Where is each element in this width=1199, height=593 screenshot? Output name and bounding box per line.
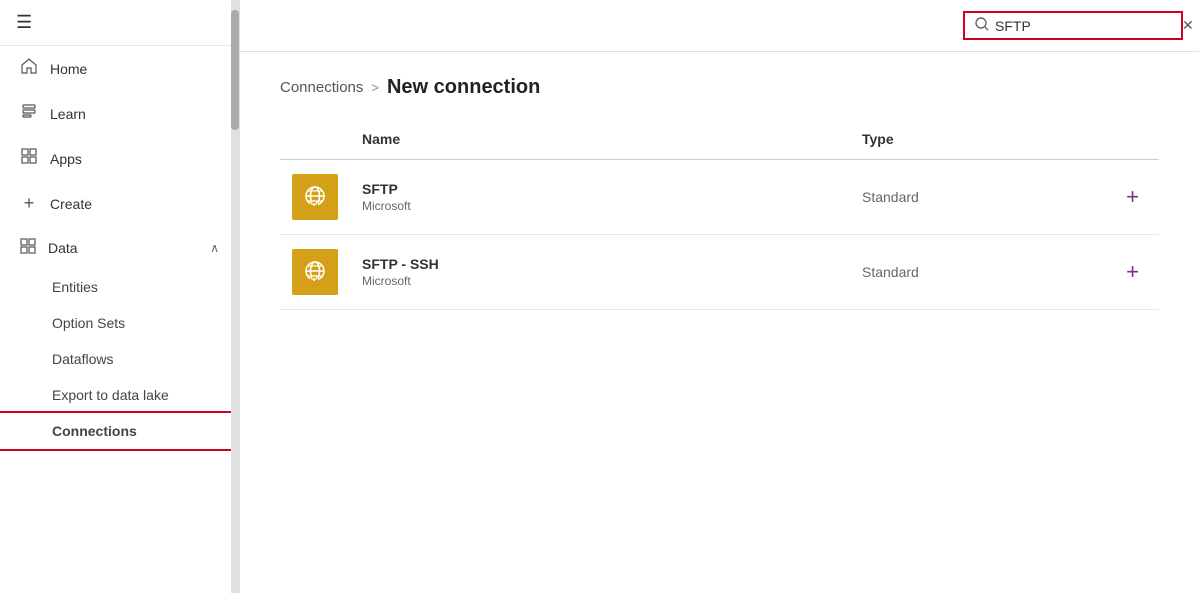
sftp-ssh-icon-cell [280,235,350,310]
home-icon [20,58,38,79]
header: ✕ [240,0,1199,52]
sftp-subtitle: Microsoft [362,199,838,213]
sidebar-item-home-label: Home [50,61,87,77]
breadcrumb-parent-link[interactable]: Connections [280,79,363,96]
search-box[interactable]: ✕ [963,11,1183,40]
sftp-icon [292,174,338,220]
sidebar-item-export[interactable]: Export to data lake [0,377,239,413]
create-icon: + [20,193,38,214]
sidebar-item-entities[interactable]: Entities [0,269,239,305]
sftp-ssh-type-cell: Standard [850,235,1037,310]
sftp-ssh-add-button[interactable]: + [1118,257,1147,287]
sidebar-item-entities-label: Entities [52,279,98,295]
apps-icon [20,148,38,169]
breadcrumb-current: New connection [387,76,540,99]
main-content: ✕ Connections > New connection Name Type [240,0,1199,593]
search-close-icon[interactable]: ✕ [1182,17,1194,34]
table-row: SFTP Microsoft Standard + [280,160,1159,235]
table-row: SFTP - SSH Microsoft Standard + [280,235,1159,310]
sftp-type-cell: Standard [850,160,1037,235]
sidebar-item-learn-label: Learn [50,106,86,122]
sidebar-scrollbar[interactable] [231,0,239,593]
sidebar-item-data-label: Data [48,240,78,256]
sidebar-item-home[interactable]: Home [0,46,239,91]
search-icon [975,17,989,34]
sidebar-item-export-label: Export to data lake [52,387,169,403]
sftp-icon-bg [292,174,338,220]
sftp-ssh-name: SFTP - SSH [362,256,838,272]
sidebar-item-option-sets[interactable]: Option Sets [0,305,239,341]
sftp-ssh-icon-bg [292,249,338,295]
data-chevron-icon: ∧ [210,241,219,255]
breadcrumb-separator: > [371,80,379,95]
sidebar-item-create-label: Create [50,196,92,212]
sftp-ssh-name-cell: SFTP - SSH Microsoft [350,235,850,310]
col-name: Name [350,123,850,160]
sidebar-top: ☰ [0,0,239,46]
sidebar-item-apps[interactable]: Apps [0,136,239,181]
sidebar-item-option-sets-label: Option Sets [52,315,125,331]
sidebar-item-learn[interactable]: Learn [0,91,239,136]
sftp-add-button[interactable]: + [1118,182,1147,212]
connections-table: Name Type [280,123,1159,310]
sidebar-scrollbar-thumb[interactable] [231,10,239,130]
col-icon [280,123,350,160]
sidebar-item-dataflows[interactable]: Dataflows [0,341,239,377]
sidebar-item-create[interactable]: + Create [0,181,239,226]
sftp-ssh-add-cell: + [1037,235,1159,310]
hamburger-icon[interactable]: ☰ [16,12,32,32]
sftp-name-cell: SFTP Microsoft [350,160,850,235]
sidebar-item-connections-label: Connections [52,423,137,439]
sidebar-item-connections[interactable]: Connections [0,413,239,449]
sftp-ssh-icon [292,249,338,295]
sftp-ssh-subtitle: Microsoft [362,274,838,288]
col-type: Type [850,123,1037,160]
learn-icon [20,103,38,124]
content-area: Connections > New connection Name Type [240,52,1199,593]
sftp-add-cell: + [1037,160,1159,235]
sidebar-navigation: Home Learn Apps [0,46,239,449]
sidebar-item-dataflows-label: Dataflows [52,351,113,367]
sidebar: ☰ Home Learn [0,0,240,593]
table-header-row: Name Type [280,123,1159,160]
sftp-name: SFTP [362,181,838,197]
sidebar-item-data[interactable]: Data ∧ [0,226,239,269]
data-icon [20,238,36,257]
sidebar-item-apps-label: Apps [50,151,82,167]
sftp-icon-cell [280,160,350,235]
search-input[interactable] [995,18,1176,34]
breadcrumb: Connections > New connection [280,76,1159,99]
col-action [1037,123,1159,160]
